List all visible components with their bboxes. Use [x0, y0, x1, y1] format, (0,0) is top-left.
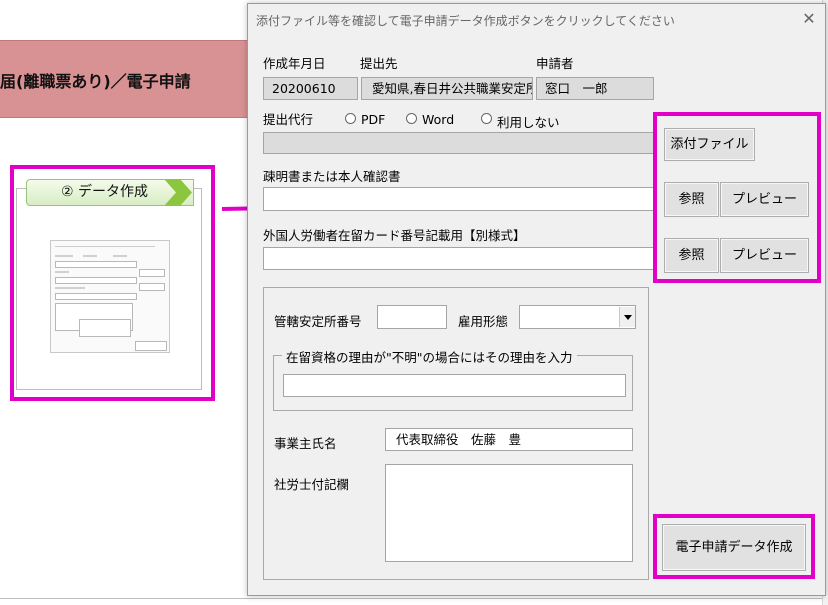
recipient-field: 愛知県,春日井公共職業安定所	[361, 77, 533, 100]
dialog-thumbnail-image	[50, 240, 170, 353]
doc2-path-input[interactable]	[263, 247, 655, 270]
doc1-label: 疎明書または本人確認書	[263, 169, 401, 184]
office-number-label: 管轄安定所番号	[274, 314, 362, 329]
employer-label: 事業主氏名	[274, 436, 337, 451]
close-icon[interactable]: ✕	[798, 8, 820, 30]
employment-type-label: 雇用形態	[458, 314, 509, 329]
radio-none[interactable]	[481, 113, 492, 124]
dialog-title: 添付ファイル等を確認して電子申請データ作成ボタンをクリックしてください	[256, 14, 675, 28]
residence-reason-input[interactable]	[283, 374, 626, 397]
doc2-label: 外国人労働者在留カード番号記載用【別様式】	[263, 228, 526, 243]
doc1-path-input[interactable]	[263, 187, 655, 211]
date-field: 20200610	[263, 77, 358, 100]
radio-pdf-label: PDF	[361, 112, 386, 127]
notes-textarea[interactable]	[385, 464, 633, 562]
doc1-browse-button[interactable]: 参照	[664, 182, 719, 217]
radio-word[interactable]	[406, 113, 417, 124]
dropdown-button[interactable]	[619, 307, 635, 327]
doc2-preview-button[interactable]: プレビュー	[720, 238, 809, 273]
divider	[0, 598, 828, 599]
attach-file-button[interactable]: 添付ファイル	[664, 128, 755, 161]
office-number-input[interactable]	[377, 305, 447, 329]
create-data-button[interactable]: 電子申請データ作成	[662, 524, 806, 571]
doc1-preview-button[interactable]: プレビュー	[720, 182, 809, 217]
applicant-label: 申請者	[536, 56, 574, 71]
proxy-label: 提出代行	[263, 112, 314, 127]
radio-word-label: Word	[422, 112, 455, 127]
date-label: 作成年月日	[263, 56, 326, 71]
page-title: 届(離職票あり)／電子申請	[0, 72, 191, 91]
chevron-right-icon	[164, 179, 192, 206]
residence-reason-label: 在留資格の理由が"不明"の場合にはその理由を入力	[282, 347, 577, 366]
proxy-field	[263, 132, 655, 154]
doc2-browse-button[interactable]: 参照	[664, 238, 719, 273]
radio-pdf[interactable]	[345, 113, 356, 124]
employer-name-input[interactable]: 代表取締役 佐藤 豊	[385, 428, 633, 451]
radio-none-label: 利用しない	[497, 115, 560, 130]
applicant-field: 窓口 一郎	[536, 77, 654, 100]
recipient-label: 提出先	[360, 56, 398, 71]
chevron-down-icon	[624, 315, 632, 320]
notes-label: 社労士付記欄	[274, 477, 350, 492]
